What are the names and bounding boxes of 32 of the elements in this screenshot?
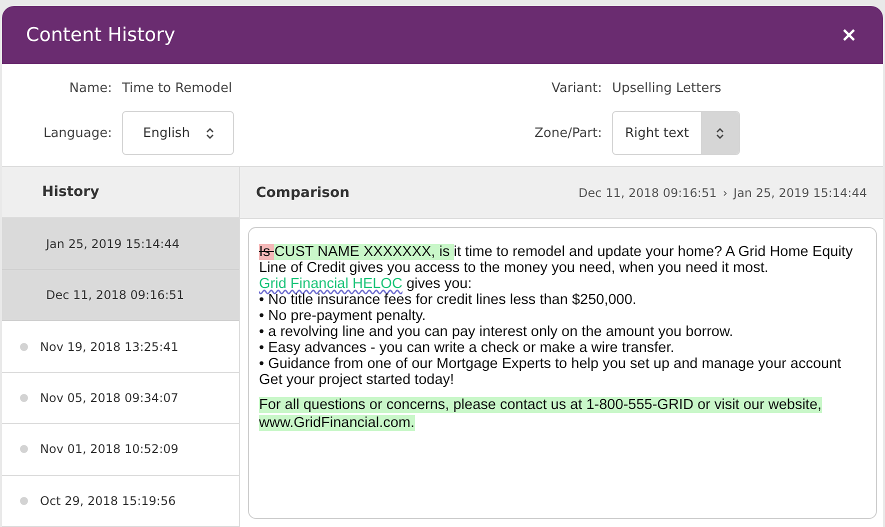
date-range-start: Dec 11, 2018 09:16:51 — [578, 186, 717, 200]
dot-icon — [20, 342, 28, 350]
diff-text: • Guidance from one of our Mortgage Experts to help you set up and manage your account — [259, 356, 842, 372]
diff-text: • Easy advances - you can write a check or make a wire transfer. — [259, 340, 676, 356]
dot-icon — [20, 496, 28, 505]
field-label: Name: — [68, 80, 112, 96]
separator-glyph: › — [722, 186, 728, 200]
language-select[interactable]: English — [122, 111, 234, 156]
diff-text: • No title insurance fees for credit lines less than $250,000. — [259, 292, 638, 308]
history-item[interactable]: Dec 11, 2018 09:16:51 — [2, 270, 239, 322]
diff-text: Get your project started today! — [259, 372, 456, 388]
history-item[interactable]: Jan 25, 2019 15:14:44 — [2, 218, 239, 270]
diff-text: • a revolving line and you can pay interest only on the amount you borrow. — [259, 324, 734, 340]
field-label: Zone/Part: — [533, 126, 602, 141]
field-label: Language: — [42, 126, 112, 141]
zone-select[interactable]: Right text — [612, 111, 740, 156]
field-value: Time to Remodel — [122, 80, 234, 96]
field-value: Upselling Letters — [612, 80, 722, 96]
diff-text: • No pre-payment penalty. — [259, 308, 427, 324]
column-header: History — [2, 167, 239, 218]
date-range-end: Jan 25, 2019 15:14:44 — [734, 186, 867, 200]
diff-text: Grid Financial HELOC gives you: — [259, 276, 473, 292]
window-title: Content History — [26, 24, 176, 46]
diff-text: Is CUST NAME XXXXXXX, is it time to remodel and update your home? A Grid Home Equity Line of Credit gives you access to the money you need, when you need it most. — [259, 244, 854, 276]
diff-text: For all questions or concerns, please contact us at 1-800-555-GRID or visit our website, www.GridFinancial.com. — [259, 396, 823, 432]
column-header: Comparison — [256, 184, 350, 200]
close-icon — [843, 29, 855, 41]
chevron-updown-icon — [716, 126, 724, 140]
chevron-updown-icon — [206, 126, 214, 140]
dot-icon — [20, 394, 28, 402]
dot-icon — [20, 445, 28, 454]
field-label: Variant: — [550, 80, 602, 96]
